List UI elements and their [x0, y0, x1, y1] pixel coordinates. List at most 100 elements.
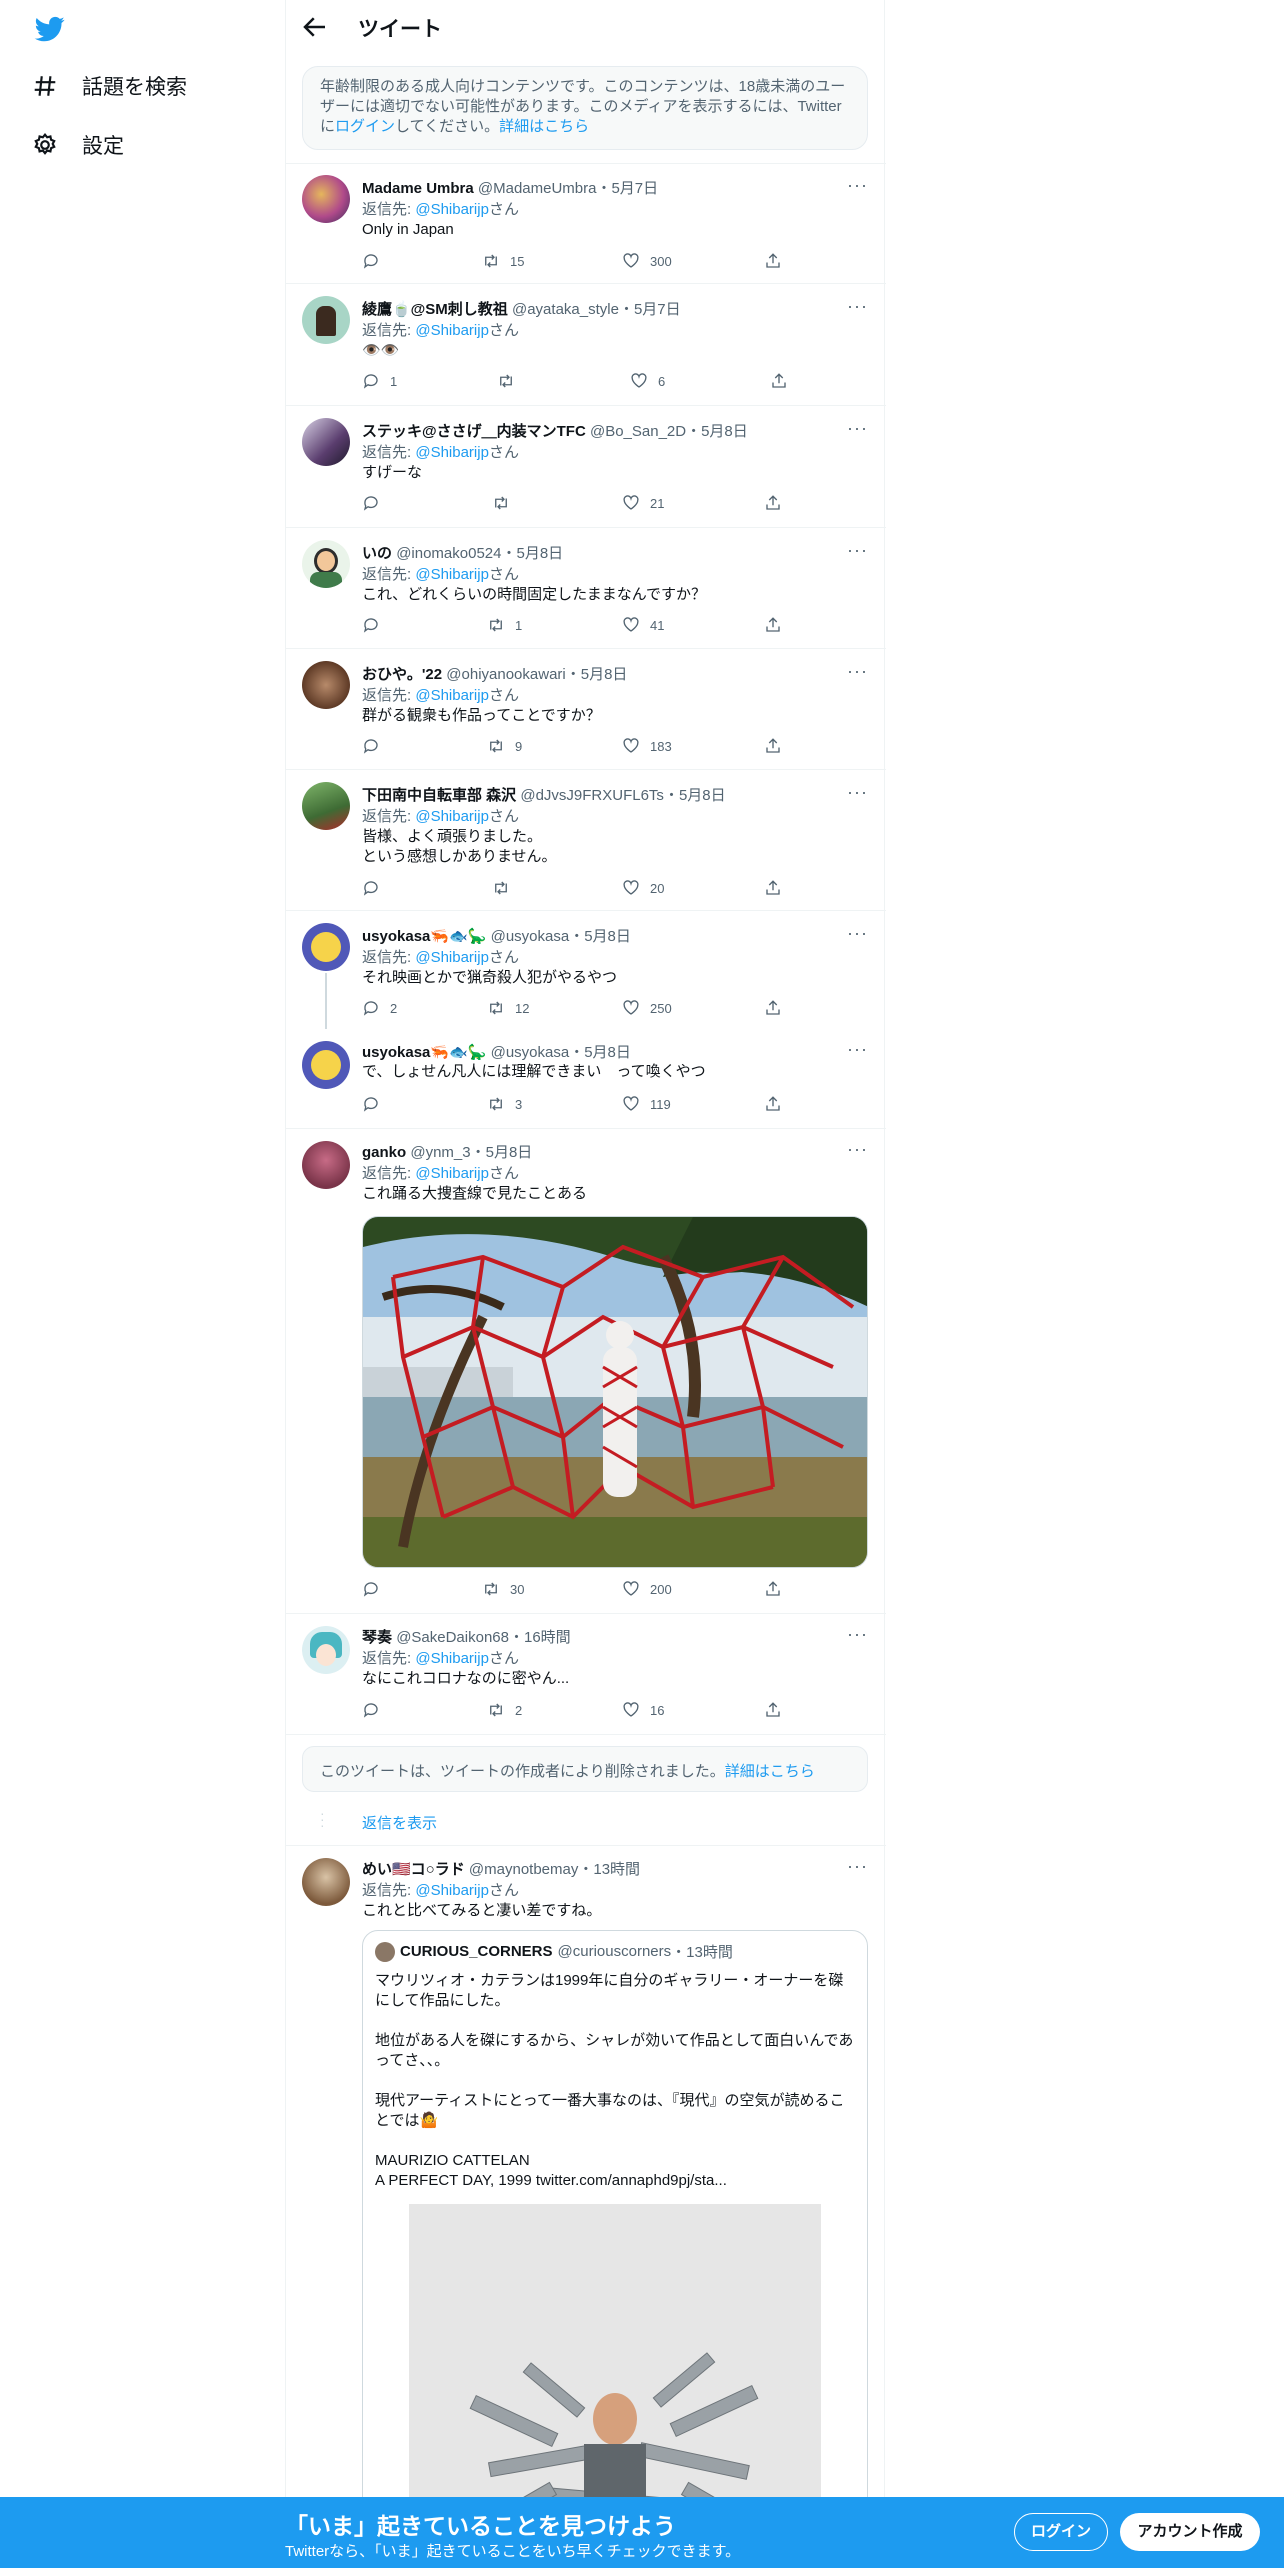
reply-button[interactable] [362, 1701, 390, 1719]
reply-to-mention[interactable]: @Shibarijp [415, 444, 489, 461]
more-icon[interactable]: ··· [847, 661, 868, 682]
avatar[interactable] [302, 1041, 350, 1089]
tweet-date[interactable]: ・5月8日 [686, 423, 748, 440]
reply-button[interactable] [362, 494, 390, 512]
login-link[interactable]: ログイン [335, 118, 395, 135]
more-icon[interactable]: ··· [847, 418, 868, 439]
avatar[interactable] [302, 540, 350, 588]
reply-to-mention[interactable]: @Shibarijp [415, 322, 489, 339]
tweet-photo[interactable] [362, 1216, 868, 1568]
avatar[interactable] [302, 296, 350, 344]
retweet-button[interactable] [492, 494, 520, 512]
avatar[interactable] [302, 1626, 350, 1674]
avatar[interactable] [302, 175, 350, 223]
tweet-author-handle[interactable]: @usyokasa [491, 1044, 570, 1061]
retweet-button[interactable]: 9 [487, 737, 522, 755]
reply-to-mention[interactable]: @Shibarijp [415, 687, 489, 704]
avatar[interactable] [302, 923, 350, 971]
tweet-author-handle[interactable]: @usyokasa [491, 928, 570, 945]
tweet-author-name[interactable]: ステッキ@ささげ＿内装マンTFC [362, 423, 586, 440]
tweet-author-name[interactable]: 下田南中自転車部 森沢 [362, 787, 516, 804]
reply-to-mention[interactable]: @Shibarijp [415, 949, 489, 966]
reply-button[interactable] [362, 252, 390, 270]
retweet-button[interactable]: 3 [487, 1095, 522, 1113]
reply-button[interactable]: 2 [362, 999, 397, 1017]
tweet[interactable]: 綾鷹🍵@SM刺し教祖 @ayataka_style・5月7日 ··· 返信先: … [286, 284, 886, 405]
retweet-button[interactable] [497, 372, 525, 390]
reply-to-mention[interactable]: @Shibarijp [415, 1650, 489, 1667]
like-button[interactable]: 41 [622, 616, 664, 634]
like-button[interactable]: 250 [622, 999, 672, 1017]
tweet-author-handle[interactable]: @MadameUmbra [478, 180, 597, 197]
quoted-tweet[interactable]: CURIOUS_CORNERS @curiouscorners ・13時間 マウリツ… [362, 1930, 868, 2530]
reply-to-mention[interactable]: @Shibarijp [415, 566, 489, 583]
tweet-author-name[interactable]: おひや。'22 [362, 666, 442, 683]
more-icon[interactable]: ··· [847, 1139, 868, 1160]
tweet-date[interactable]: ・5月8日 [569, 928, 631, 945]
tweet[interactable]: 下田南中自転車部 森沢 @dJvsJ9FRXUFL6Ts・5月8日 ··· 返信… [286, 770, 886, 910]
tweet-author-name[interactable]: めい🇺🇸コ○ラド [362, 1861, 465, 1878]
share-button[interactable] [764, 879, 782, 897]
tweet[interactable]: 琴奏 @SakeDaikon68・16時間 ··· 返信先: @Shibarij… [286, 1614, 886, 1734]
tweet-date[interactable]: ・5月8日 [664, 787, 726, 804]
like-button[interactable]: 300 [622, 252, 672, 270]
avatar[interactable] [302, 418, 350, 466]
tweet-author-name[interactable]: Madame Umbra [362, 180, 474, 197]
reply-to-mention[interactable]: @Shibarijp [415, 1882, 489, 1899]
tweet-author-handle[interactable]: @maynotbemay [469, 1861, 578, 1878]
tweet-date[interactable]: ・5月7日 [619, 301, 681, 318]
reply-button[interactable] [362, 1580, 390, 1598]
like-button[interactable]: 200 [622, 1580, 672, 1598]
tweet[interactable]: ganko @ynm_3・5月8日 ··· 返信先: @Shibarijpさん … [286, 1129, 886, 1613]
more-icon[interactable]: ··· [847, 1856, 868, 1877]
tweet-date[interactable]: ・5月7日 [596, 180, 658, 197]
nav-explore[interactable]: 話題を検索 [30, 71, 187, 101]
retweet-button[interactable] [492, 879, 520, 897]
tweet-author-handle[interactable]: @ohiyanookawari [446, 666, 565, 683]
avatar[interactable] [302, 661, 350, 709]
share-button[interactable] [770, 372, 788, 390]
retweet-button[interactable]: 2 [487, 1701, 522, 1719]
retweet-button[interactable]: 15 [482, 252, 524, 270]
tweet-author-handle[interactable]: @SakeDaikon68 [396, 1629, 509, 1646]
share-button[interactable] [764, 1095, 782, 1113]
quoted-photo[interactable] [409, 2204, 821, 2529]
tweet-date[interactable]: ・16時間 [509, 1629, 571, 1646]
tweet-author-handle[interactable]: @ynm_3 [410, 1144, 470, 1161]
avatar[interactable] [302, 1141, 350, 1189]
more-icon[interactable]: ··· [847, 923, 868, 944]
more-icon[interactable]: ··· [847, 1039, 868, 1060]
tweet-date[interactable]: ・5月8日 [471, 1144, 533, 1161]
tweet[interactable]: Madame Umbra @MadameUmbra・5月7日 ··· 返信先: … [286, 163, 886, 283]
tweet-author-handle[interactable]: @dJvsJ9FRXUFL6Ts [520, 787, 664, 804]
like-button[interactable]: 6 [630, 372, 665, 390]
tweet-author-handle[interactable]: @Bo_San_2D [590, 423, 686, 440]
avatar[interactable] [302, 1858, 350, 1906]
reply-to-mention[interactable]: @Shibarijp [415, 1165, 489, 1182]
share-button[interactable] [764, 737, 782, 755]
tweet[interactable]: ステッキ@ささげ＿内装マンTFC @Bo_San_2D・5月8日 ··· 返信先… [286, 406, 886, 527]
more-icon[interactable]: ··· [847, 175, 868, 196]
tweet-author-handle[interactable]: @ayataka_style [512, 301, 619, 318]
tweet-author-handle[interactable]: @inomako0524 [396, 545, 501, 562]
like-button[interactable]: 16 [622, 1701, 664, 1719]
nav-settings[interactable]: 設定 [30, 130, 124, 160]
reply-button[interactable] [362, 616, 390, 634]
more-icon[interactable]: ··· [847, 540, 868, 561]
more-icon[interactable]: ··· [847, 782, 868, 803]
share-button[interactable] [764, 616, 782, 634]
show-replies-link[interactable]: 返信を表示 [362, 1812, 437, 1833]
tweet[interactable]: いの @inomako0524・5月8日 ··· 返信先: @Shibarijp… [286, 528, 886, 648]
reply-to-mention[interactable]: @Shibarijp [415, 808, 489, 825]
signup-button[interactable]: アカウント作成 [1120, 2513, 1260, 2551]
tweet-author-name[interactable]: 琴奏 [362, 1629, 392, 1646]
tweet[interactable]: usyokasa🦐🐟🦕 @usyokasa・5月8日 ··· で、しょせん凡人に… [286, 1029, 886, 1128]
reply-button[interactable] [362, 737, 390, 755]
share-button[interactable] [764, 252, 782, 270]
reply-button[interactable] [362, 879, 390, 897]
reply-button[interactable] [362, 1095, 390, 1113]
tweet-date[interactable]: ・13時間 [578, 1861, 640, 1878]
share-button[interactable] [764, 494, 782, 512]
tweet-date[interactable]: ・5月8日 [501, 545, 563, 562]
login-button[interactable]: ログイン [1014, 2513, 1108, 2551]
